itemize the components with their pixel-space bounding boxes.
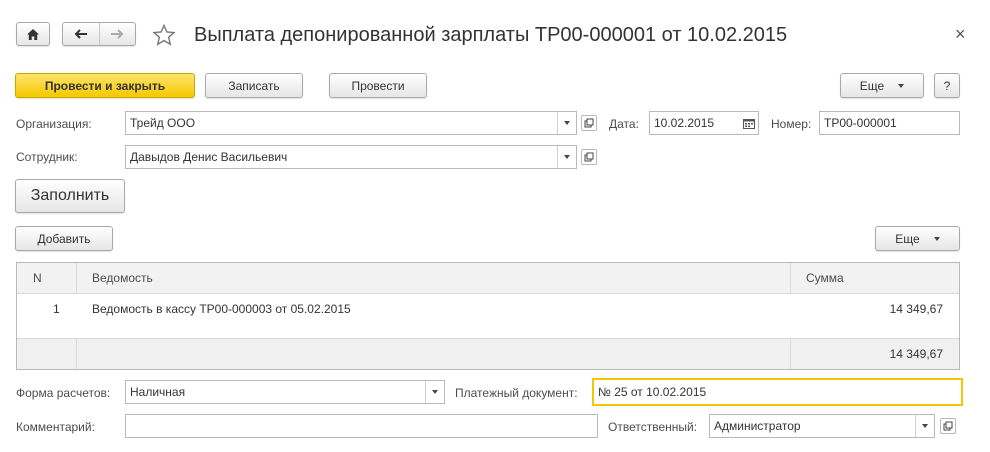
chevron-down-icon (922, 424, 928, 428)
table-footer: 14 349,67 (17, 338, 959, 369)
chevron-down-icon (564, 121, 570, 125)
statements-table: N Ведомость Сумма 1 Ведомость в кассу ТР… (16, 262, 960, 370)
row-number: 1 (53, 302, 60, 316)
column-header-amount[interactable]: Сумма (806, 263, 844, 293)
open-window-icon (584, 152, 594, 162)
employee-value: Давыдов Денис Васильевич (130, 150, 288, 164)
employee-open-button[interactable] (581, 149, 597, 165)
number-value: ТР00-000001 (824, 116, 897, 130)
add-row-button[interactable]: Добавить (15, 226, 113, 251)
payment-form-value: Наличная (130, 385, 186, 399)
open-window-icon (943, 421, 953, 431)
row-statement: Ведомость в кассу ТР00-000003 от 05.02.2… (92, 302, 351, 316)
comment-label: Комментарий: (16, 420, 95, 434)
chevron-down-icon (564, 155, 570, 159)
arrow-right-icon (111, 29, 124, 39)
help-button[interactable]: ? (934, 73, 960, 98)
more-button[interactable]: Еще (840, 73, 924, 98)
forward-button[interactable] (100, 23, 136, 45)
responsible-dropdown[interactable] (915, 415, 934, 437)
home-icon (27, 28, 39, 40)
responsible-open-button[interactable] (940, 418, 956, 434)
payment-form-field[interactable]: Наличная (125, 380, 445, 404)
organization-dropdown[interactable] (557, 112, 576, 134)
table-more-button[interactable]: Еще (875, 226, 960, 251)
post-button[interactable]: Провести (329, 73, 427, 98)
page-title: Выплата депонированной зарплаты ТР00-000… (194, 24, 788, 46)
chevron-down-icon (933, 236, 940, 241)
calendar-icon (743, 118, 755, 129)
number-label: Номер: (771, 117, 812, 131)
date-value: 10.02.2015 (654, 116, 715, 130)
chevron-down-icon (432, 390, 438, 394)
payment-form-label: Форма расчетов: (16, 386, 111, 400)
fill-button[interactable]: Заполнить (15, 179, 125, 213)
save-button[interactable]: Записать (205, 73, 303, 98)
comment-field[interactable] (125, 414, 598, 438)
chevron-down-icon (898, 83, 905, 88)
more-label: Еще (859, 78, 885, 93)
payment-doc-label: Платежный документ: (455, 386, 578, 400)
date-label: Дата: (609, 117, 639, 131)
number-field[interactable]: ТР00-000001 (819, 111, 960, 135)
responsible-label: Ответственный: (608, 420, 698, 434)
nav-buttons (62, 22, 136, 46)
open-window-icon (584, 118, 594, 128)
calendar-button[interactable] (740, 112, 758, 134)
payment-doc-value: № 25 от 10.02.2015 (598, 385, 707, 399)
payment-doc-field[interactable]: № 25 от 10.02.2015 (592, 378, 963, 406)
organization-label: Организация: (16, 117, 92, 131)
back-button[interactable] (63, 23, 100, 45)
employee-dropdown[interactable] (557, 146, 576, 168)
table-more-label: Еще (895, 231, 920, 246)
organization-value: Трейд ООО (130, 116, 196, 130)
responsible-value: Администратор (714, 419, 801, 433)
responsible-field[interactable]: Администратор (709, 414, 935, 438)
employee-field[interactable]: Давыдов Денис Васильевич (125, 145, 577, 169)
post-and-close-button[interactable]: Провести и закрыть (15, 73, 195, 98)
table-row[interactable]: 1 Ведомость в кассу ТР00-000003 от 05.02… (17, 294, 959, 324)
employee-label: Сотрудник: (16, 150, 78, 164)
organization-open-button[interactable] (581, 115, 597, 131)
close-button[interactable]: × (955, 24, 966, 45)
row-amount: 14 349,67 (889, 302, 943, 316)
column-header-statement[interactable]: Ведомость (92, 263, 153, 293)
total-amount: 14 349,67 (889, 347, 943, 361)
table-header: N Ведомость Сумма (17, 263, 959, 294)
arrow-left-icon (74, 29, 87, 39)
column-header-n[interactable]: N (33, 263, 42, 293)
payment-form-dropdown[interactable] (425, 381, 444, 403)
star-icon[interactable] (152, 24, 176, 46)
home-button[interactable] (16, 22, 50, 46)
organization-field[interactable]: Трейд ООО (125, 111, 577, 135)
date-field[interactable]: 10.02.2015 (649, 111, 759, 135)
